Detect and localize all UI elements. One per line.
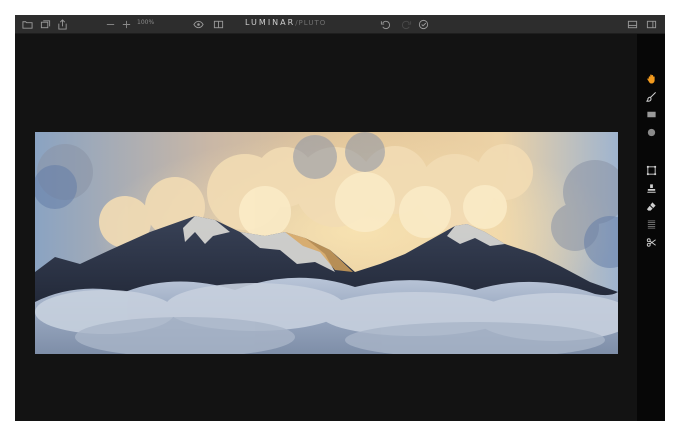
gradient-tool-icon[interactable] — [645, 108, 657, 120]
photo-mountains-clouds[interactable] — [35, 132, 618, 354]
top-toolbar: 100% LUMINAR/PLUTO — [15, 15, 665, 34]
erase-tool-icon[interactable] — [645, 200, 657, 212]
brush-tool-icon[interactable] — [645, 90, 657, 102]
history-icon[interactable] — [417, 18, 429, 30]
app-title-sub: /PLUTO — [295, 19, 327, 27]
clone-stamp-icon[interactable] — [645, 182, 657, 194]
app-title: LUMINAR/PLUTO — [245, 18, 326, 27]
redo-icon[interactable] — [400, 18, 412, 30]
zoom-in-icon[interactable] — [120, 18, 132, 30]
app-title-main: LUMINAR — [245, 18, 296, 27]
export-icon[interactable] — [56, 18, 68, 30]
noise-tool-icon[interactable] — [645, 218, 657, 230]
tools-sidebar — [637, 34, 665, 421]
crop-tool-icon[interactable] — [645, 164, 657, 176]
folder-open-icon[interactable] — [21, 18, 33, 30]
zoom-out-icon[interactable] — [104, 18, 116, 30]
canvas-area — [15, 34, 637, 421]
eye-icon[interactable] — [192, 18, 204, 30]
sidebar-toggle-icon[interactable] — [645, 18, 657, 30]
undo-icon[interactable] — [379, 18, 391, 30]
luminar-window: 100% LUMINAR/PLUTO — [15, 15, 665, 421]
zoom-level[interactable]: 100% — [137, 19, 154, 26]
batch-icon[interactable] — [39, 18, 51, 30]
hand-tool-icon[interactable] — [645, 72, 657, 84]
compare-icon[interactable] — [212, 18, 224, 30]
radial-mask-icon[interactable] — [645, 126, 657, 138]
cut-tool-icon[interactable] — [645, 236, 657, 248]
presets-panel-icon[interactable] — [626, 18, 638, 30]
